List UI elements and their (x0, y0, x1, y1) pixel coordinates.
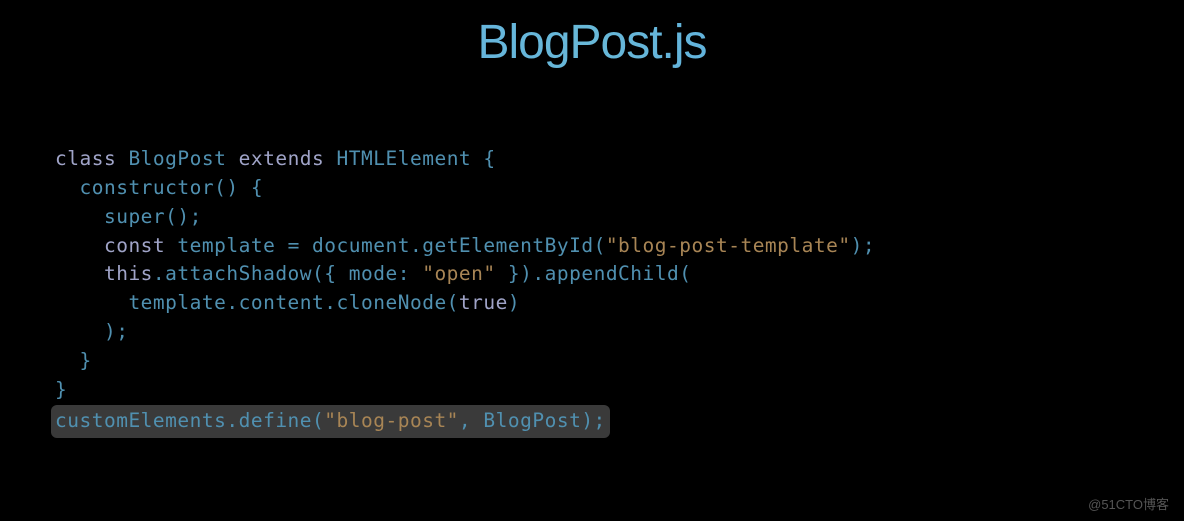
string-template-id: "blog-post-template" (606, 234, 851, 257)
keyword-class: class (55, 147, 116, 170)
classname-blogpost: BlogPost (116, 147, 238, 170)
string-blog-post: "blog-post" (324, 409, 459, 432)
code-text: customElements.define( (55, 409, 324, 432)
code-text: ) (508, 291, 520, 314)
code-text: template.content.cloneNode( (55, 291, 459, 314)
slide-title: BlogPost.js (0, 0, 1184, 70)
code-line-8: } (55, 347, 1129, 376)
keyword-this: this (55, 262, 153, 285)
code-line-10: customElements.define("blog-post", BlogP… (51, 407, 606, 436)
code-line-4: const template = document.getElementById… (55, 232, 1129, 261)
code-line-9: } (55, 376, 1129, 405)
code-text: template = document.getElementById( (165, 234, 606, 257)
code-line-1: class BlogPost extends HTMLElement { (55, 145, 1129, 174)
keyword-extends: extends (239, 147, 325, 170)
string-open: "open" (422, 262, 495, 285)
code-line-7: ); (55, 318, 1129, 347)
code-line-6: template.content.cloneNode(true) (55, 289, 1129, 318)
code-text: }).appendChild( (496, 262, 692, 285)
code-text: ); (851, 234, 875, 257)
watermark: @51CTO博客 (1088, 494, 1169, 513)
keyword-const: const (55, 234, 165, 257)
code-block: class BlogPost extends HTMLElement { con… (0, 70, 1184, 438)
code-text: .attachShadow({ mode: (153, 262, 422, 285)
code-line-3: super(); (55, 203, 1129, 232)
code-line-5: this.attachShadow({ mode: "open" }).appe… (55, 260, 1129, 289)
keyword-true: true (459, 291, 508, 314)
highlighted-code-line: customElements.define("blog-post", BlogP… (51, 405, 610, 438)
code-line-2: constructor() { (55, 174, 1129, 203)
classname-htmlelement: HTMLElement { (324, 147, 495, 170)
code-text: , BlogPost); (459, 409, 606, 432)
